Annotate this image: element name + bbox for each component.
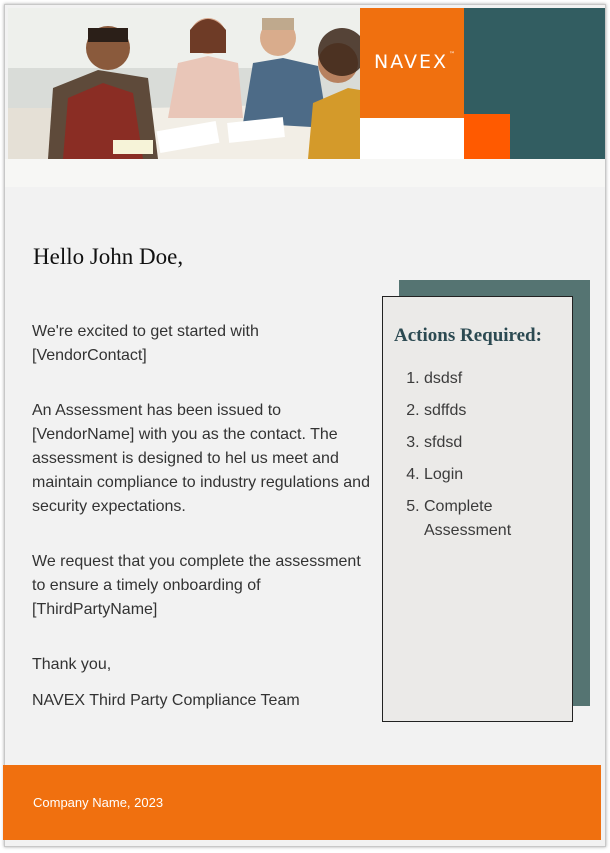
- action-item: Complete Assessment: [424, 495, 574, 543]
- footer: Company Name, 2023: [3, 765, 601, 840]
- brand-accent-block: [464, 114, 510, 159]
- header-band: [5, 159, 605, 187]
- actions-list: dsdsf sdffds sfdsd Login Complete Assess…: [397, 367, 574, 551]
- greeting-heading: Hello John Doe,: [33, 244, 184, 269]
- brand-white-block: [360, 118, 464, 159]
- body-paragraph: An Assessment has been issued to [Vendor…: [32, 402, 370, 515]
- body-paragraph: We request that you complete the assessm…: [32, 553, 361, 618]
- actions-panel: Actions Required: dsdsf sdffds sfdsd Log…: [382, 296, 573, 722]
- action-item: sfdsd: [424, 431, 574, 455]
- action-item: dsdsf: [424, 367, 574, 391]
- body-paragraph: We're excited to get started with [Vendo…: [32, 323, 259, 364]
- signature: NAVEX Third Party Compliance Team: [32, 692, 300, 709]
- actions-title: Actions Required:: [394, 325, 542, 346]
- footer-text: Company Name, 2023: [33, 795, 164, 810]
- action-item: Login: [424, 463, 574, 487]
- email-body: We're excited to get started with [Vendo…: [32, 320, 370, 713]
- team-photo: [8, 8, 360, 159]
- hero-banner: NAVEX™: [8, 8, 605, 159]
- navex-logo: NAVEX™: [374, 51, 456, 73]
- sign-off: Thank you,: [32, 656, 112, 673]
- action-item: sdffds: [424, 399, 574, 423]
